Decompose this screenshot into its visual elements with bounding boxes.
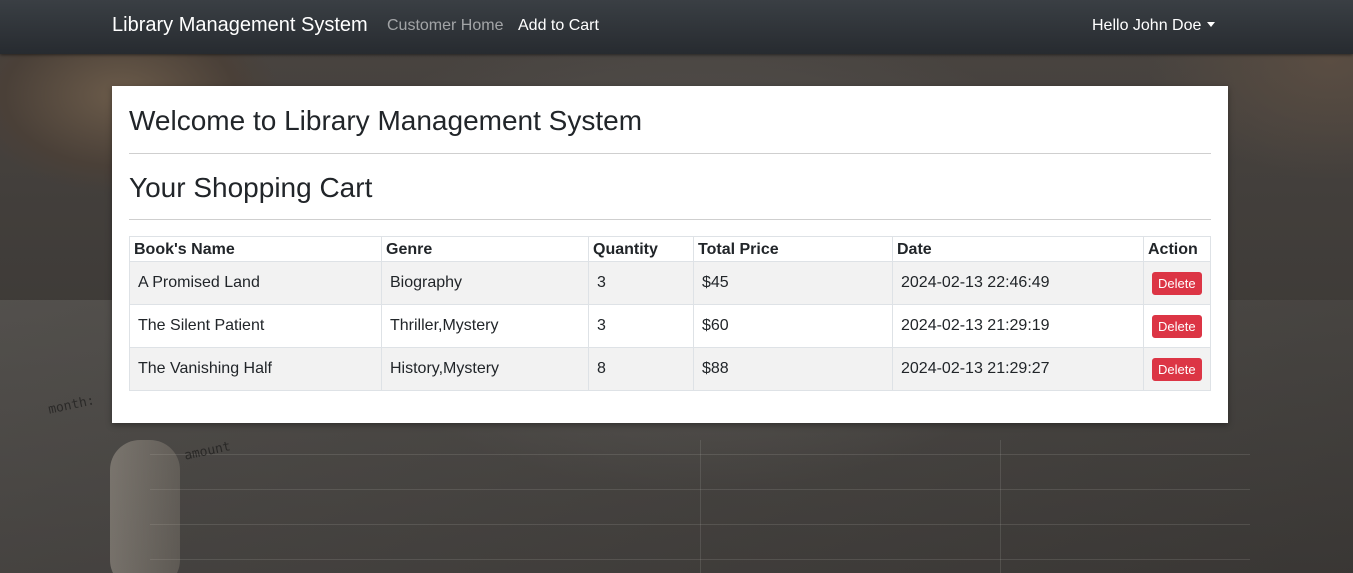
table-row: The Vanishing Half History,Mystery 8 $88… <box>129 347 1211 391</box>
header-genre: Genre <box>381 236 589 262</box>
navbar: Library Management System Customer Home … <box>0 0 1353 54</box>
user-menu-dropdown[interactable]: Hello John Doe <box>1092 17 1216 35</box>
cell-book-name: The Silent Patient <box>129 304 382 348</box>
header-total-price: Total Price <box>693 236 893 262</box>
nav-customer-home[interactable]: Customer Home <box>387 17 503 35</box>
delete-button[interactable]: Delete <box>1152 357 1202 381</box>
cell-action: Delete <box>1143 304 1211 348</box>
divider <box>129 219 1211 220</box>
table-row: A Promised Land Biography 3 $45 2024-02-… <box>129 261 1211 305</box>
cell-quantity: 8 <box>588 347 694 391</box>
cell-genre: History,Mystery <box>381 347 589 391</box>
brand-link[interactable]: Library Management System <box>112 14 368 37</box>
cell-genre: Biography <box>381 261 589 305</box>
main-card: Welcome to Library Management System You… <box>112 86 1228 423</box>
cell-date: 2024-02-13 21:29:19 <box>892 304 1144 348</box>
user-greeting: Hello John Doe <box>1092 17 1202 34</box>
divider <box>129 153 1211 154</box>
cell-action: Delete <box>1143 261 1211 305</box>
table-header-row: Book's Name Genre Quantity Total Price D… <box>129 236 1211 262</box>
cell-total-price: $45 <box>693 261 893 305</box>
background-pencil <box>110 440 180 573</box>
header-action: Action <box>1143 236 1211 262</box>
nav-add-to-cart[interactable]: Add to Cart <box>518 17 599 35</box>
background-paper-vline <box>1000 440 1001 573</box>
background-paper-vline <box>700 440 701 573</box>
delete-button[interactable]: Delete <box>1152 314 1202 338</box>
cell-quantity: 3 <box>588 261 694 305</box>
cart-heading: Your Shopping Cart <box>129 172 373 203</box>
welcome-heading: Welcome to Library Management System <box>129 105 643 136</box>
cell-total-price: $88 <box>693 347 893 391</box>
cell-book-name: The Vanishing Half <box>129 347 382 391</box>
cell-total-price: $60 <box>693 304 893 348</box>
table-row: The Silent Patient Thriller,Mystery 3 $6… <box>129 304 1211 348</box>
cell-genre: Thriller,Mystery <box>381 304 589 348</box>
cell-quantity: 3 <box>588 304 694 348</box>
header-book-name: Book's Name <box>129 236 382 262</box>
cell-book-name: A Promised Land <box>129 261 382 305</box>
header-quantity: Quantity <box>588 236 694 262</box>
caret-down-icon <box>1207 22 1216 27</box>
header-date: Date <box>892 236 1144 262</box>
cell-date: 2024-02-13 22:46:49 <box>892 261 1144 305</box>
cell-action: Delete <box>1143 347 1211 391</box>
delete-button[interactable]: Delete <box>1152 271 1202 295</box>
cart-table: Book's Name Genre Quantity Total Price D… <box>129 236 1211 391</box>
cell-date: 2024-02-13 21:29:27 <box>892 347 1144 391</box>
